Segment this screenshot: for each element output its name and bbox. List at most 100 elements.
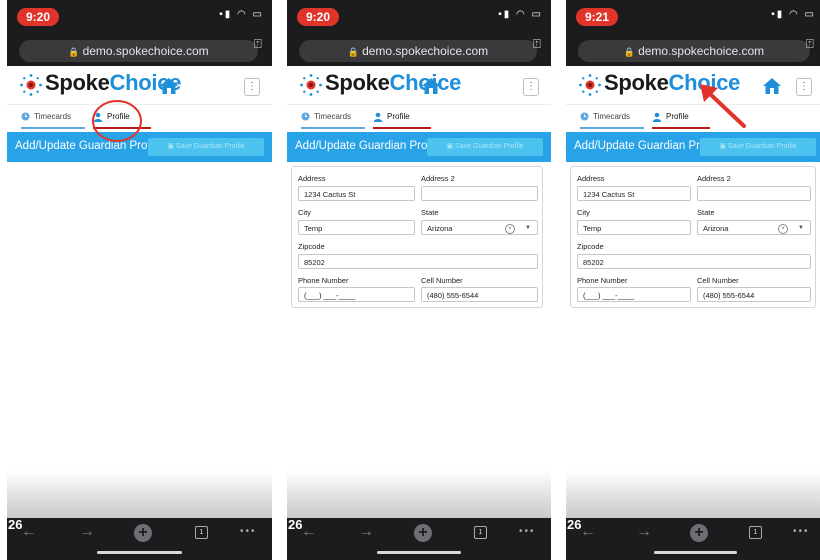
home-indicator	[97, 551, 182, 554]
save-guardian-profile-button[interactable]: ▣ Save Guardian Profile	[427, 138, 543, 156]
clock-icon	[580, 112, 589, 121]
more-icon[interactable]: •••	[793, 526, 810, 537]
new-tab-icon[interactable]: +	[690, 524, 708, 542]
clock-icon	[21, 112, 30, 121]
url-field[interactable]: 🔒 demo.spokechoice.com	[19, 40, 258, 62]
phone-label: Phone Number	[298, 276, 349, 285]
state-select[interactable]: Arizona × ▼	[421, 220, 538, 235]
tab-timecards[interactable]: Timecards	[580, 109, 644, 129]
clear-icon[interactable]: ×	[778, 224, 788, 234]
page-title-bar: Add/Update Guardian Profile ▣ Save Guard…	[287, 132, 551, 162]
back-icon[interactable]: ←	[580, 523, 596, 541]
lock-icon: 🔒	[68, 47, 80, 57]
forward-icon[interactable]: →	[358, 523, 374, 541]
tab-timecards-label: Timecards	[314, 112, 352, 121]
brand-spoke: Spoke	[325, 70, 390, 95]
phone-label: Phone Number	[577, 276, 628, 285]
save-icon: ▣	[167, 143, 177, 150]
tab-timecards[interactable]: Timecards	[21, 109, 85, 129]
back-icon[interactable]: ←	[301, 523, 317, 541]
scroll-fade	[566, 470, 820, 518]
signal-wifi-battery-icon: ▪▮ ◠ ▭	[771, 9, 816, 20]
zipcode-field[interactable]: 85202	[298, 254, 538, 269]
home-icon[interactable]	[421, 77, 441, 95]
cell-label: Cell Number	[697, 276, 739, 285]
tabs-count-icon[interactable]: 1	[749, 526, 762, 539]
url-field[interactable]: 🔒 demo.spokechoice.com	[578, 40, 810, 62]
home-indicator	[654, 551, 737, 554]
address-label: Address	[577, 174, 605, 183]
city-field[interactable]: Temp	[298, 220, 415, 235]
address2-field[interactable]	[421, 186, 538, 201]
home-indicator	[377, 551, 461, 554]
overlay-number: 26	[288, 517, 303, 532]
phone-field[interactable]: (___) ___-____	[298, 287, 415, 302]
share-icon[interactable]: ⍐	[533, 36, 551, 52]
browser-nav-row: ← → + 1 •••	[566, 523, 820, 551]
signal-wifi-battery-icon: ▪▮ ◠ ▭	[498, 9, 543, 20]
tab-profile[interactable]: Profile	[93, 109, 151, 129]
tab-profile-label: Profile	[107, 112, 130, 121]
nav-tabs: Timecards Profile	[566, 104, 820, 129]
brand-name[interactable]: SpokeChoice	[604, 70, 740, 96]
url-text: demo.spokechoice.com	[362, 44, 489, 58]
home-icon[interactable]	[159, 77, 179, 95]
zipcode-field[interactable]: 85202	[577, 254, 811, 269]
tab-timecards[interactable]: Timecards	[301, 109, 365, 129]
state-select[interactable]: Arizona × ▼	[697, 220, 811, 235]
browser-url-bar: 🔒 demo.spokechoice.com ⍐	[566, 36, 820, 66]
address2-field[interactable]	[697, 186, 811, 201]
tab-profile[interactable]: Profile	[373, 109, 431, 129]
page-title-bar: Add/Update Guardian Profile ▣ Save Guard…	[7, 132, 272, 162]
city-field[interactable]: Temp	[577, 220, 691, 235]
app-header: SpokeChoice ⋮	[566, 66, 820, 104]
tab-timecards-label: Timecards	[34, 112, 72, 121]
phone-field[interactable]: (___) ___-____	[577, 287, 691, 302]
user-icon	[652, 112, 662, 122]
overlay-number: 26	[8, 517, 23, 532]
kebab-menu-icon[interactable]: ⋮	[244, 78, 260, 96]
tab-profile[interactable]: Profile	[652, 109, 710, 129]
new-tab-icon[interactable]: +	[414, 524, 432, 542]
chevron-down-icon[interactable]: ▼	[525, 221, 531, 236]
tabs-count-icon[interactable]: 1	[195, 526, 208, 539]
app-header: SpokeChoice ⋮	[7, 66, 272, 104]
more-icon[interactable]: •••	[519, 526, 536, 537]
tabs-count-icon[interactable]: 1	[474, 526, 487, 539]
status-bar: 9:21 ▪▮ ◠ ▭	[566, 0, 820, 36]
status-bar: 9:20 ▪▮ ◠ ▭	[7, 0, 272, 36]
address-field[interactable]: 1234 Cactus St	[298, 186, 415, 201]
cell-field[interactable]: (480) 555-6544	[421, 287, 538, 302]
signal-wifi-battery-icon: ▪▮ ◠ ▭	[219, 9, 264, 20]
more-icon[interactable]: •••	[240, 526, 257, 537]
kebab-menu-icon[interactable]: ⋮	[523, 78, 539, 96]
user-icon	[373, 112, 383, 122]
spokechoice-logo-icon	[20, 74, 42, 96]
new-tab-icon[interactable]: +	[134, 524, 152, 542]
back-icon[interactable]: ←	[21, 523, 37, 541]
save-guardian-profile-button[interactable]: ▣ Save Guardian Profile	[148, 138, 264, 156]
kebab-menu-icon[interactable]: ⋮	[796, 78, 812, 96]
status-bar: 9:20 ▪▮ ◠ ▭	[287, 0, 551, 36]
forward-icon[interactable]: →	[636, 523, 652, 541]
state-value: Arizona	[427, 224, 453, 233]
overlay-number: 26	[567, 517, 582, 532]
chevron-down-icon[interactable]: ▼	[798, 221, 804, 236]
clear-icon[interactable]: ×	[505, 224, 515, 234]
share-icon[interactable]: ⍐	[806, 36, 820, 52]
home-icon[interactable]	[762, 77, 782, 95]
lock-icon: 🔒	[347, 47, 360, 57]
clock-icon	[301, 112, 310, 121]
cell-field[interactable]: (480) 555-6544	[697, 287, 811, 302]
nav-tabs: Timecards Profile	[287, 104, 551, 129]
spokechoice-logo-icon	[300, 74, 322, 96]
forward-icon[interactable]: →	[79, 523, 95, 541]
share-icon[interactable]: ⍐	[254, 36, 272, 52]
browser-nav-row: ← → + 1 •••	[7, 523, 272, 551]
save-guardian-profile-button[interactable]: ▣ Save Guardian Profile	[700, 138, 816, 156]
url-text: demo.spokechoice.com	[82, 44, 209, 58]
url-field[interactable]: 🔒 demo.spokechoice.com	[299, 40, 537, 62]
browser-url-bar: 🔒 demo.spokechoice.com ⍐	[7, 36, 272, 66]
status-time: 9:20	[297, 8, 340, 26]
address-field[interactable]: 1234 Cactus St	[577, 186, 691, 201]
